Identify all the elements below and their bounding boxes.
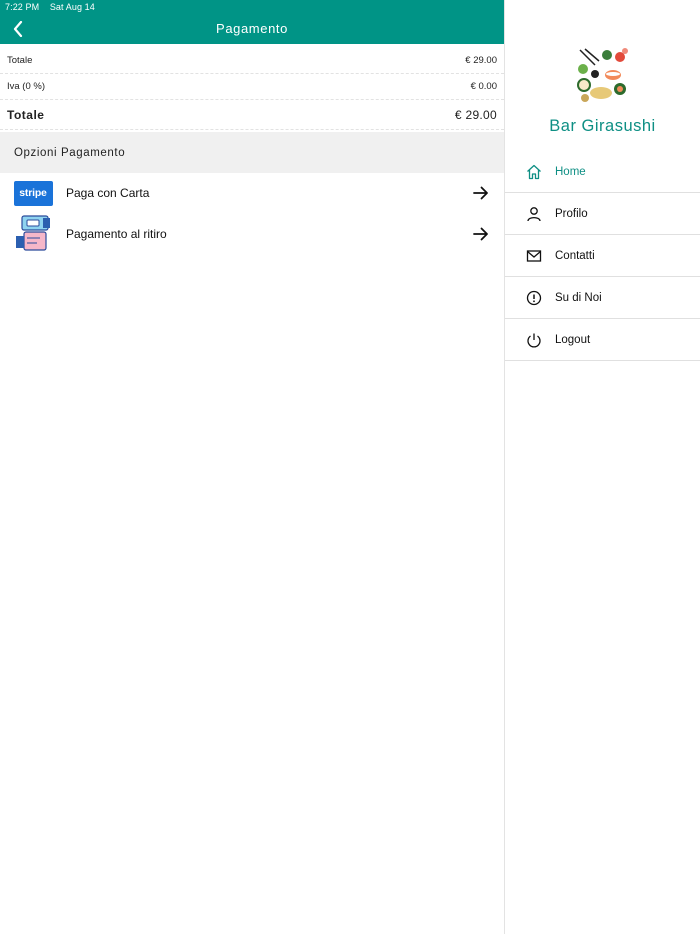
summary-row-total: Totale € 29.00	[0, 100, 504, 130]
summary-label: Iva (0 %)	[7, 81, 46, 92]
drawer-item-label: Contatti	[555, 249, 595, 262]
drawer-item-logout[interactable]: Logout	[505, 319, 700, 361]
pay-with-card-option[interactable]: stripe Paga con Carta	[0, 173, 504, 213]
drawer-item-home[interactable]: Home	[505, 151, 700, 193]
summary-row-vat: Iva (0 %) € 0.00	[0, 74, 504, 100]
pay-option-label: Paga con Carta	[66, 186, 150, 200]
status-time: 7:22 PM	[5, 2, 40, 12]
status-date: Sat Aug 14	[49, 2, 95, 12]
arrow-right-icon	[473, 186, 488, 200]
total-label: Totale	[7, 107, 45, 122]
order-summary: Totale € 29.00 Iva (0 %) € 0.00 Totale €…	[0, 48, 504, 130]
pay-on-pickup-option[interactable]: Pagamento al ritiro	[0, 214, 504, 254]
home-icon	[526, 164, 542, 180]
stripe-logo-text: stripe	[13, 180, 53, 206]
info-icon	[526, 290, 542, 306]
stripe-logo: stripe	[13, 180, 53, 206]
status-bar: 7:22 PM Sat Aug 14	[5, 2, 103, 12]
drawer-item-su-di-noi[interactable]: Su di Noi	[505, 277, 700, 319]
drawer-item-profilo[interactable]: Profilo	[505, 193, 700, 235]
mail-icon	[526, 248, 542, 264]
side-drawer: Bar Girasushi Home Profilo Contatti Su d…	[504, 0, 700, 934]
payment-options-header: Opzioni Pagamento	[0, 132, 504, 173]
hands-payment-icon	[13, 214, 53, 254]
drawer-item-label: Logout	[555, 333, 591, 346]
drawer-item-label: Su di Noi	[555, 291, 602, 304]
total-value: € 29.00	[454, 107, 497, 122]
drawer-item-label: Profilo	[555, 207, 588, 220]
drawer-item-contatti[interactable]: Contatti	[505, 235, 700, 277]
pay-option-label: Pagamento al ritiro	[66, 227, 167, 241]
page-title: Pagamento	[216, 21, 288, 36]
power-icon	[526, 332, 542, 348]
payment-screen: 7:22 PM Sat Aug 14 Pagamento Totale € 29…	[0, 0, 504, 934]
brand-logo-image	[575, 47, 631, 103]
summary-value: € 29.00	[465, 55, 497, 66]
drawer-item-label: Home	[555, 165, 586, 178]
summary-value: € 0.00	[470, 81, 497, 92]
user-icon	[526, 206, 542, 222]
top-bar: 7:22 PM Sat Aug 14 Pagamento	[0, 0, 504, 44]
brand-name: Bar Girasushi	[549, 117, 656, 135]
summary-row-subtotal: Totale € 29.00	[0, 48, 504, 74]
drawer-menu: Home Profilo Contatti Su di Noi Logout	[505, 151, 700, 361]
summary-label: Totale	[7, 55, 33, 66]
arrow-right-icon	[473, 227, 488, 241]
app-root: 7:22 PM Sat Aug 14 Pagamento Totale € 29…	[0, 0, 700, 934]
